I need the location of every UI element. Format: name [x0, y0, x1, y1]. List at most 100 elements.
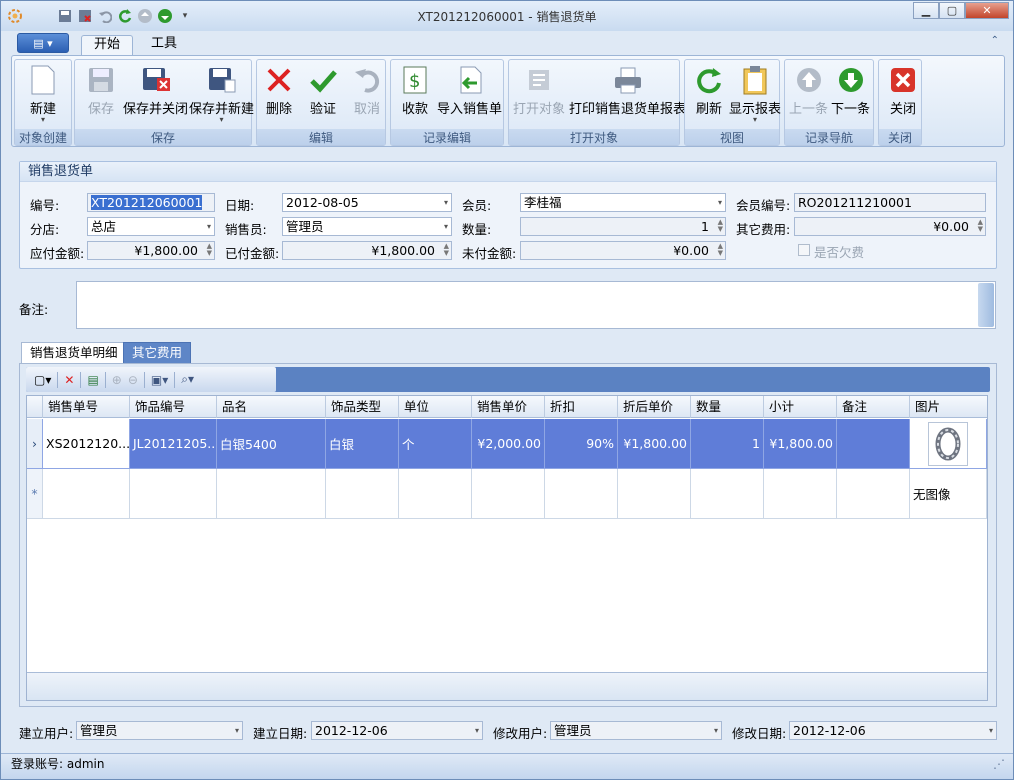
- tab-tools[interactable]: 工具: [139, 35, 189, 55]
- col-item-no[interactable]: 饰品编号: [130, 396, 217, 418]
- quantity-field[interactable]: 1 ▲ ▼: [520, 217, 726, 236]
- row-selector-icon[interactable]: ›: [27, 419, 43, 469]
- modified-date-field[interactable]: 2012-12-06 ▾: [789, 721, 997, 740]
- col-discount[interactable]: 折扣: [545, 396, 618, 418]
- new-cell[interactable]: [837, 469, 910, 519]
- maximize-button[interactable]: ▢: [939, 2, 965, 19]
- created-by-field[interactable]: 管理员 ▾: [76, 721, 243, 740]
- dropdown-arrow-icon[interactable]: ▾: [989, 722, 993, 739]
- created-date-field[interactable]: 2012-12-06 ▾: [311, 721, 483, 740]
- save-and-close-button[interactable]: 保存并关闭: [123, 64, 188, 126]
- next-record-button[interactable]: 下一条: [831, 64, 870, 126]
- col-order-no[interactable]: 销售单号: [43, 396, 130, 418]
- no-image-text[interactable]: 无图像: [910, 469, 987, 519]
- save-grid-icon[interactable]: ▣▾: [151, 373, 168, 387]
- cell-subtotal[interactable]: ¥1,800.00: [764, 419, 837, 469]
- table-row[interactable]: › XS2012120... JL20121205... 白银5400 白银 个…: [27, 419, 987, 469]
- delete-row-icon[interactable]: ✕: [64, 373, 74, 387]
- cell-item-no[interactable]: JL20121205...: [130, 419, 217, 469]
- move-down-icon[interactable]: ⊖: [128, 373, 138, 387]
- col-subtotal[interactable]: 小计: [764, 396, 837, 418]
- collect-payment-button[interactable]: $ 收款: [399, 64, 431, 126]
- new-cell[interactable]: [130, 469, 217, 519]
- code-field[interactable]: XT201212060001: [87, 193, 215, 212]
- unpaid-field[interactable]: ¥0.00 ▲ ▼: [520, 241, 726, 260]
- import-sales-order-button[interactable]: 导入销售单: [437, 64, 502, 126]
- col-price[interactable]: 销售单价: [472, 396, 545, 418]
- close-button[interactable]: 关闭: [887, 64, 919, 126]
- move-up-icon[interactable]: ⊕: [112, 373, 122, 387]
- dropdown-arrow-icon[interactable]: ▾: [475, 722, 479, 739]
- new-cell[interactable]: [43, 469, 130, 519]
- previous-record-button[interactable]: 上一条: [789, 64, 828, 126]
- cell-type[interactable]: 白银: [326, 419, 399, 469]
- col-name[interactable]: 品名: [217, 396, 326, 418]
- cell-discount[interactable]: 90%: [545, 419, 618, 469]
- new-row[interactable]: * 无图像: [27, 469, 987, 519]
- add-row-icon[interactable]: ▢▾: [34, 373, 51, 387]
- save-button[interactable]: 保存: [85, 64, 117, 126]
- save-and-new-button[interactable]: 保存并新建 ▾: [189, 64, 254, 126]
- spin-icon[interactable]: ▲ ▼: [978, 219, 983, 233]
- app-menu-button[interactable]: ▤ ▾: [17, 33, 69, 53]
- dropdown-arrow-icon[interactable]: ▾: [444, 218, 448, 235]
- modified-by-field[interactable]: 管理员 ▾: [550, 721, 722, 740]
- new-cell[interactable]: [764, 469, 837, 519]
- dropdown-arrow-icon[interactable]: ▾: [444, 194, 448, 211]
- new-cell[interactable]: [326, 469, 399, 519]
- dropdown-arrow-icon[interactable]: ▾: [235, 722, 239, 739]
- validate-button[interactable]: 验证: [307, 64, 339, 126]
- dropdown-arrow-icon[interactable]: ▾: [718, 194, 722, 211]
- member-select[interactable]: 李桂福 ▾: [520, 193, 726, 212]
- cell-name[interactable]: 白银5400: [217, 419, 326, 469]
- tab-return-details[interactable]: 销售退货单明细: [21, 342, 127, 364]
- new-cell[interactable]: [472, 469, 545, 519]
- cell-price[interactable]: ¥2,000.00: [472, 419, 545, 469]
- dropdown-arrow-icon[interactable]: ▾: [714, 722, 718, 739]
- col-type[interactable]: 饰品类型: [326, 396, 399, 418]
- col-qty[interactable]: 数量: [691, 396, 764, 418]
- new-cell[interactable]: [691, 469, 764, 519]
- new-cell[interactable]: [217, 469, 326, 519]
- print-report-button[interactable]: 打印销售退货单报表: [569, 64, 686, 126]
- find-icon[interactable]: ⌕▾: [181, 372, 194, 387]
- delete-button[interactable]: 删除: [263, 64, 295, 126]
- col-note[interactable]: 备注: [837, 396, 910, 418]
- cell-order-no[interactable]: XS2012120...: [43, 419, 130, 469]
- col-unit[interactable]: 单位: [399, 396, 472, 418]
- tab-start[interactable]: 开始: [81, 35, 134, 55]
- cell-qty[interactable]: 1: [691, 419, 764, 469]
- open-object-button[interactable]: 打开对象: [513, 64, 565, 126]
- salesperson-select[interactable]: 管理员 ▾: [282, 217, 452, 236]
- show-report-button[interactable]: 显示报表 ▾: [729, 64, 781, 126]
- payable-field[interactable]: ¥1,800.00 ▲ ▼: [87, 241, 215, 260]
- cell-note[interactable]: [837, 419, 910, 469]
- resize-grip-icon[interactable]: ⋰: [993, 754, 1005, 774]
- member-code-field[interactable]: RO201211210001: [794, 193, 986, 212]
- paid-field[interactable]: ¥1,800.00 ▲ ▼: [282, 241, 452, 260]
- spin-icon[interactable]: ▲ ▼: [207, 243, 212, 257]
- minimize-button[interactable]: ▁: [913, 2, 939, 19]
- new-cell[interactable]: [545, 469, 618, 519]
- new-button[interactable]: 新建 ▾: [27, 64, 59, 126]
- close-window-button[interactable]: ✕: [965, 2, 1009, 19]
- spin-icon[interactable]: ▲ ▼: [718, 219, 723, 233]
- spin-icon[interactable]: ▲ ▼: [444, 243, 449, 257]
- date-picker[interactable]: 2012-08-05 ▾: [282, 193, 452, 212]
- ribbon-collapse-icon[interactable]: ⌃: [991, 35, 999, 46]
- cancel-button[interactable]: 取消: [351, 64, 383, 126]
- memo-scrollbar[interactable]: [978, 283, 994, 327]
- tab-other-fees[interactable]: 其它费用: [123, 342, 192, 364]
- new-cell[interactable]: [399, 469, 472, 519]
- refresh-button[interactable]: 刷新: [693, 64, 725, 126]
- cell-net-price[interactable]: ¥1,800.00: [618, 419, 691, 469]
- spin-icon[interactable]: ▲ ▼: [718, 243, 723, 257]
- col-net-price[interactable]: 折后单价: [618, 396, 691, 418]
- col-image[interactable]: 图片: [910, 396, 987, 418]
- memo-textarea[interactable]: [76, 281, 996, 329]
- new-cell[interactable]: [618, 469, 691, 519]
- cell-unit[interactable]: 个: [399, 419, 472, 469]
- dropdown-arrow-icon[interactable]: ▾: [207, 218, 211, 235]
- other-fee-field[interactable]: ¥0.00 ▲ ▼: [794, 217, 986, 236]
- edit-row-icon[interactable]: ▤: [87, 373, 98, 387]
